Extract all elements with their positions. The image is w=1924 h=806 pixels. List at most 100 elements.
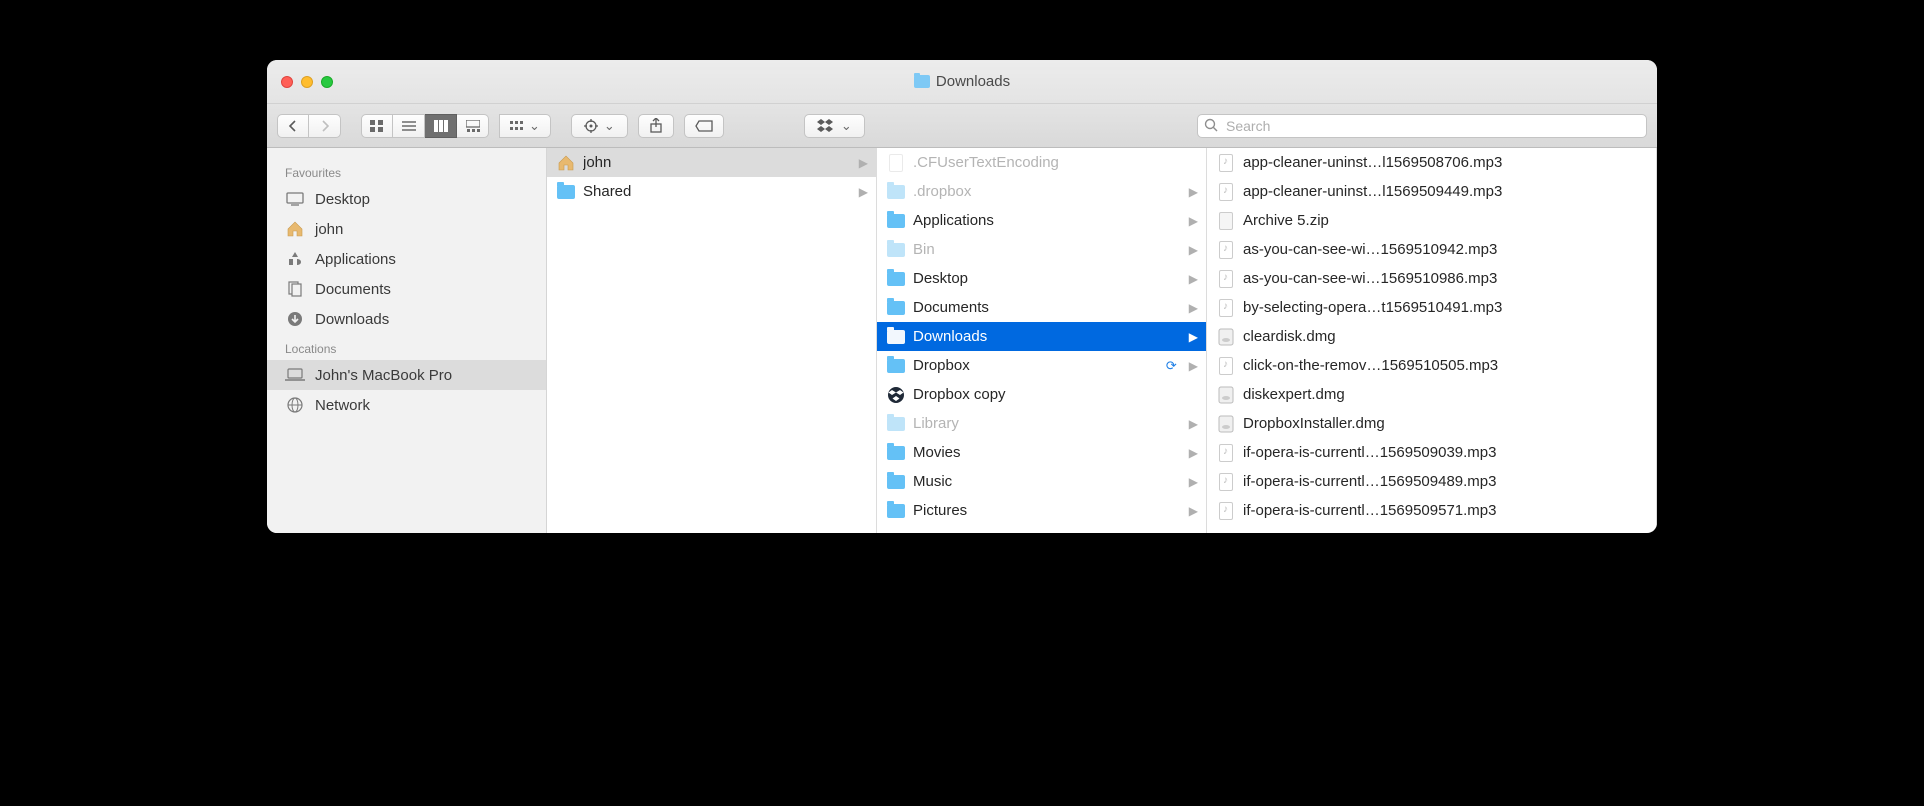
chevron-right-icon: ▶ bbox=[1189, 446, 1198, 460]
list-item[interactable]: Shared▶ bbox=[547, 177, 876, 206]
sidebar-item-downloads[interactable]: Downloads bbox=[267, 304, 546, 334]
chevron-right-icon: ▶ bbox=[859, 185, 868, 199]
sidebar-item-label: john bbox=[315, 221, 343, 238]
list-item[interactable]: Documents▶ bbox=[877, 293, 1206, 322]
column-2[interactable]: .CFUserTextEncoding .dropbox▶Applications… bbox=[877, 148, 1207, 533]
search-input[interactable] bbox=[1197, 114, 1647, 138]
chevron-right-icon: ▶ bbox=[1189, 185, 1198, 199]
folder-icon bbox=[557, 184, 575, 200]
titlebar: Downloads bbox=[267, 60, 1657, 104]
tags-button[interactable] bbox=[684, 114, 724, 138]
list-item[interactable]: john▶ bbox=[547, 148, 876, 177]
list-item[interactable]: Desktop▶ bbox=[877, 264, 1206, 293]
list-item[interactable]: cleardisk.dmg bbox=[1207, 322, 1656, 351]
sidebar-item-desktop[interactable]: Desktop bbox=[267, 184, 546, 214]
audio-file-icon bbox=[1217, 300, 1235, 316]
list-item[interactable]: app-cleaner-uninst…l1569509449.mp3 bbox=[1207, 177, 1656, 206]
arrange-button[interactable]: ⌄ bbox=[499, 114, 551, 138]
list-item[interactable]: by-selecting-opera…t1569510491.mp3 bbox=[1207, 293, 1656, 322]
folder-icon bbox=[887, 503, 905, 519]
minimize-button[interactable] bbox=[301, 76, 313, 88]
sidebar-item-network[interactable]: Network bbox=[267, 390, 546, 420]
dropbox-button[interactable]: ⌄ bbox=[804, 114, 865, 138]
column-browser: john▶Shared▶ .CFUserTextEncoding .dropbox… bbox=[547, 148, 1657, 533]
list-item[interactable]: DropboxInstaller.dmg bbox=[1207, 409, 1656, 438]
chevron-right-icon: ▶ bbox=[1189, 272, 1198, 286]
content-area: Favourites DesktopjohnApplicationsDocume… bbox=[267, 148, 1657, 533]
list-item[interactable]: Movies▶ bbox=[877, 438, 1206, 467]
file-icon bbox=[887, 155, 905, 171]
sidebar-item-documents[interactable]: Documents bbox=[267, 274, 546, 304]
downloads-folder-icon bbox=[914, 75, 930, 88]
item-label: Music bbox=[913, 473, 1177, 490]
folder-icon bbox=[887, 416, 905, 432]
list-item[interactable]: app-cleaner-uninst…l1569508706.mp3 bbox=[1207, 148, 1656, 177]
list-item[interactable]: Dropbox copy bbox=[877, 380, 1206, 409]
column-3[interactable]: app-cleaner-uninst…l1569508706.mp3 app-cl… bbox=[1207, 148, 1657, 533]
list-item[interactable]: click-on-the-remov…1569510505.mp3 bbox=[1207, 351, 1656, 380]
sidebar-item-label: Desktop bbox=[315, 191, 370, 208]
list-item[interactable]: if-opera-is-currentl…1569509571.mp3 bbox=[1207, 496, 1656, 525]
list-item[interactable]: as-you-can-see-wi…1569510942.mp3 bbox=[1207, 235, 1656, 264]
list-item[interactable]: as-you-can-see-wi…1569510986.mp3 bbox=[1207, 264, 1656, 293]
list-item[interactable]: Downloads▶ bbox=[877, 322, 1206, 351]
sidebar-item-john[interactable]: john bbox=[267, 214, 546, 244]
sidebar-item-applications[interactable]: Applications bbox=[267, 244, 546, 274]
audio-file-icon bbox=[1217, 242, 1235, 258]
sidebar-item-john-s-macbook-pro[interactable]: John's MacBook Pro bbox=[267, 360, 546, 390]
list-item[interactable]: .CFUserTextEncoding bbox=[877, 148, 1206, 177]
chevron-right-icon: ▶ bbox=[1189, 475, 1198, 489]
list-item[interactable]: Library▶ bbox=[877, 409, 1206, 438]
view-icon-button[interactable] bbox=[361, 114, 393, 138]
list-item[interactable]: Archive 5.zip bbox=[1207, 206, 1656, 235]
finder-window: Downloads bbox=[267, 60, 1657, 533]
search-icon bbox=[1204, 118, 1218, 132]
list-item[interactable]: Bin▶ bbox=[877, 235, 1206, 264]
action-button[interactable]: ⌄ bbox=[571, 114, 628, 138]
list-item[interactable]: Applications▶ bbox=[877, 206, 1206, 235]
applications-icon bbox=[285, 250, 305, 268]
list-item[interactable]: Pictures▶ bbox=[877, 496, 1206, 525]
list-item[interactable]: diskexpert.dmg bbox=[1207, 380, 1656, 409]
sync-icon: ⟳ bbox=[1166, 358, 1177, 374]
sidebar-item-label: John's MacBook Pro bbox=[315, 367, 452, 384]
sidebar-item-label: Network bbox=[315, 397, 370, 414]
nav-group bbox=[277, 114, 341, 138]
chevron-down-icon: ⌄ bbox=[604, 118, 615, 134]
item-label: if-opera-is-currentl…1569509571.mp3 bbox=[1243, 502, 1648, 519]
dmg-file-icon bbox=[1217, 387, 1235, 403]
list-item[interactable]: .dropbox▶ bbox=[877, 177, 1206, 206]
list-item[interactable]: if-opera-is-currentl…1569509489.mp3 bbox=[1207, 467, 1656, 496]
list-item[interactable]: Dropbox⟳▶ bbox=[877, 351, 1206, 380]
item-label: if-opera-is-currentl…1569509039.mp3 bbox=[1243, 444, 1648, 461]
item-label: app-cleaner-uninst…l1569508706.mp3 bbox=[1243, 154, 1648, 171]
item-label: Downloads bbox=[913, 328, 1177, 345]
list-item[interactable]: if-opera-is-currentl…1569509039.mp3 bbox=[1207, 438, 1656, 467]
home-icon bbox=[285, 220, 305, 238]
view-column-button[interactable] bbox=[425, 114, 457, 138]
forward-button[interactable] bbox=[309, 114, 341, 138]
chevron-right-icon: ▶ bbox=[1189, 301, 1198, 315]
audio-file-icon bbox=[1217, 474, 1235, 490]
chevron-right-icon: ▶ bbox=[859, 156, 868, 170]
zoom-button[interactable] bbox=[321, 76, 333, 88]
sidebar: Favourites DesktopjohnApplicationsDocume… bbox=[267, 148, 547, 533]
item-label: .CFUserTextEncoding bbox=[913, 154, 1198, 171]
item-label: Archive 5.zip bbox=[1243, 212, 1648, 229]
dropbox-icon bbox=[887, 387, 905, 403]
close-button[interactable] bbox=[281, 76, 293, 88]
sidebar-item-label: Documents bbox=[315, 281, 391, 298]
folder-icon bbox=[887, 271, 905, 287]
share-button[interactable] bbox=[638, 114, 674, 138]
chevron-down-icon: ⌄ bbox=[841, 118, 852, 134]
audio-file-icon bbox=[1217, 271, 1235, 287]
view-gallery-button[interactable] bbox=[457, 114, 489, 138]
item-label: app-cleaner-uninst…l1569509449.mp3 bbox=[1243, 183, 1648, 200]
column-1[interactable]: john▶Shared▶ bbox=[547, 148, 877, 533]
list-item[interactable]: Music ▶ bbox=[877, 467, 1206, 496]
back-button[interactable] bbox=[277, 114, 309, 138]
traffic-lights bbox=[281, 76, 333, 88]
dmg-file-icon bbox=[1217, 329, 1235, 345]
view-list-button[interactable] bbox=[393, 114, 425, 138]
window-title: Downloads bbox=[914, 73, 1010, 90]
